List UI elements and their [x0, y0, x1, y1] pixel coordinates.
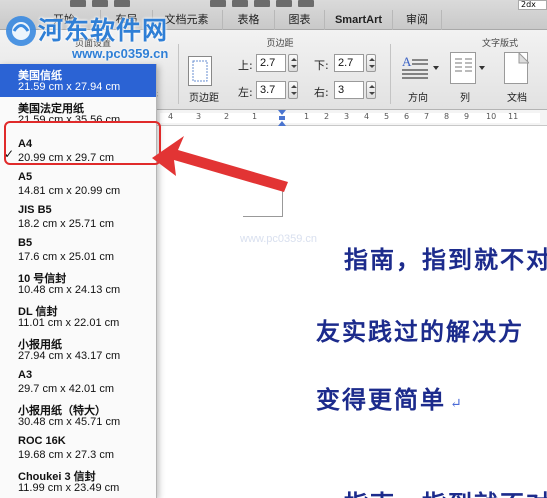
quick-access-icon[interactable]: [276, 0, 292, 7]
document-button-label[interactable]: 文档: [500, 89, 534, 104]
annotation-highlight-box: [4, 121, 161, 165]
margin-left-label: 左:: [238, 86, 253, 99]
paper-size-dimensions: 19.68 cm x 27.3 cm: [18, 449, 114, 461]
paper-size-option-us-letter[interactable]: 美国信纸 21.59 cm x 27.94 cm: [0, 64, 156, 97]
direction-button-label[interactable]: 方向: [398, 89, 438, 104]
ruler-number: 3: [196, 112, 202, 121]
document-icon[interactable]: [504, 51, 531, 84]
ruler-number: 1: [304, 112, 310, 121]
paper-size-dimensions: 17.6 cm x 25.01 cm: [18, 251, 114, 263]
indent-marker-icon[interactable]: [278, 110, 286, 126]
direction-dropdown-icon[interactable]: [433, 66, 439, 70]
columns-dropdown-icon[interactable]: [479, 66, 485, 70]
paper-size-option-choukei-3[interactable]: Choukei 3 信封 11.99 cm x 23.49 cm: [0, 465, 156, 498]
document-text-segment: 变得更简单: [316, 385, 446, 414]
margin-left-input[interactable]: 3.7: [256, 81, 286, 99]
margin-top-label: 上:: [238, 59, 253, 72]
margin-top-input[interactable]: 2.7: [256, 54, 286, 72]
margin-top-stepper[interactable]: [288, 54, 298, 72]
tab-tables[interactable]: 表格: [222, 10, 274, 30]
quick-access-icon[interactable]: [92, 0, 108, 7]
paper-size-dimensions: 30.48 cm x 45.71 cm: [18, 416, 121, 428]
paper-size-option-roc-16k[interactable]: ROC 16K 19.68 cm x 27.3 cm: [0, 432, 156, 465]
columns-button-label[interactable]: 列: [448, 89, 482, 104]
margin-bottom-label: 下:: [314, 59, 329, 72]
quick-access-icon[interactable]: [232, 0, 248, 7]
document-text-line[interactable]: 指南，指到就不对: [344, 240, 547, 275]
paragraph-mark-icon: ↵: [450, 396, 464, 412]
quick-access-icon[interactable]: [298, 0, 314, 7]
svg-text:A: A: [402, 54, 412, 69]
quick-access-toolbar: [0, 0, 547, 8]
paper-size-dimensions: 10.48 cm x 24.13 cm: [18, 284, 121, 296]
text-direction-icon[interactable]: A: [400, 52, 432, 84]
ruler-number: 2: [324, 112, 330, 121]
paper-size-dimensions: 11.01 cm x 22.01 cm: [18, 317, 120, 329]
paper-size-dimensions: 27.94 cm x 43.17 cm: [18, 350, 121, 362]
ruler-number: 6: [404, 112, 410, 121]
margin-corner-mark: [243, 216, 283, 217]
site-watermark-title: 河东软件网: [38, 16, 169, 45]
paper-size-option-a5[interactable]: A5 14.81 cm x 20.99 cm: [0, 168, 156, 201]
paper-size-option-tabloid-extra[interactable]: 小报用纸（特大） 30.48 cm x 45.71 cm: [0, 399, 156, 432]
ruler-number: 11: [508, 112, 519, 121]
margin-bottom-stepper[interactable]: [366, 54, 376, 72]
quick-access-icon[interactable]: [210, 0, 226, 7]
paper-size-dimensions: 21.59 cm x 27.94 cm: [18, 81, 121, 93]
paper-size-option-envelope-10[interactable]: 10 号信封 10.48 cm x 24.13 cm: [0, 267, 156, 300]
group-divider: [390, 44, 391, 104]
group-label-text-layout: 文字版式: [481, 39, 518, 49]
paper-size-option-jis-b5[interactable]: JIS B5 18.2 cm x 25.71 cm: [0, 201, 156, 234]
paper-size-option-a3[interactable]: A3 29.7 cm x 42.01 cm: [0, 366, 156, 399]
paper-size-name: A5: [18, 171, 33, 183]
ruler-number: 4: [364, 112, 370, 121]
ruler-number: 9: [464, 112, 470, 121]
paper-size-option-tabloid[interactable]: 小报用纸 27.94 cm x 43.17 cm: [0, 333, 156, 366]
ruler-number: 4: [168, 112, 174, 121]
ruler-number: 8: [444, 112, 450, 121]
paper-size-option-dl-envelope[interactable]: DL 信封 11.01 cm x 22.01 cm: [0, 300, 156, 333]
quick-access-icon[interactable]: [114, 0, 130, 7]
paper-size-name: JIS B5: [18, 204, 52, 216]
group-label-margins: 页边距: [266, 39, 294, 49]
margin-right-label: 右:: [314, 86, 329, 99]
tab-charts[interactable]: 图表: [274, 10, 324, 30]
group-divider: [178, 44, 179, 104]
document-text-line[interactable]: 指南，指到就不对: [344, 484, 547, 498]
faint-watermark-text: www.pc0359.cn: [240, 233, 318, 245]
zoom-field[interactable]: 2dx: [518, 0, 547, 10]
margin-right-stepper[interactable]: [366, 81, 376, 99]
paper-size-name: A3: [18, 369, 33, 381]
paper-size-name: ROC 16K: [18, 435, 66, 447]
annotation-arrow-icon: [152, 136, 288, 192]
ruler-number: 1: [252, 112, 258, 121]
paper-size-dimensions: 29.7 cm x 42.01 cm: [18, 383, 114, 395]
paper-size-dimensions: 11.99 cm x 23.49 cm: [18, 482, 120, 494]
margin-bottom-input[interactable]: 2.7: [334, 54, 364, 72]
margins-button-label[interactable]: 页边距: [182, 89, 226, 104]
paper-size-name: B5: [18, 237, 33, 249]
quick-access-icon[interactable]: [254, 0, 270, 7]
ruler-number: 10: [486, 112, 497, 121]
paper-size-option-b5[interactable]: B5 17.6 cm x 25.01 cm: [0, 234, 156, 267]
ruler-number: 3: [344, 112, 350, 121]
tab-smartart[interactable]: SmartArt: [324, 10, 392, 30]
ruler-number: 7: [424, 112, 430, 121]
ruler-number: 5: [384, 112, 390, 121]
quick-access-icon[interactable]: [70, 0, 86, 7]
site-watermark-url: www.pc0359.cn: [72, 46, 169, 61]
ruler-number: 2: [224, 112, 230, 121]
document-text-line[interactable]: 友实践过的解决方: [316, 312, 524, 347]
ruler-text-area: [160, 113, 540, 123]
site-logo-icon: [6, 16, 36, 46]
paper-size-dimensions: 14.81 cm x 20.99 cm: [18, 185, 121, 197]
margin-left-stepper[interactable]: [288, 81, 298, 99]
margin-right-input[interactable]: 3: [334, 81, 364, 99]
document-text-line[interactable]: 变得更简单 ↵: [316, 380, 464, 415]
columns-icon[interactable]: [450, 52, 476, 84]
paper-size-dimensions: 18.2 cm x 25.71 cm: [18, 218, 114, 230]
tab-review[interactable]: 审阅: [392, 10, 442, 30]
margins-page-icon[interactable]: [188, 56, 212, 86]
